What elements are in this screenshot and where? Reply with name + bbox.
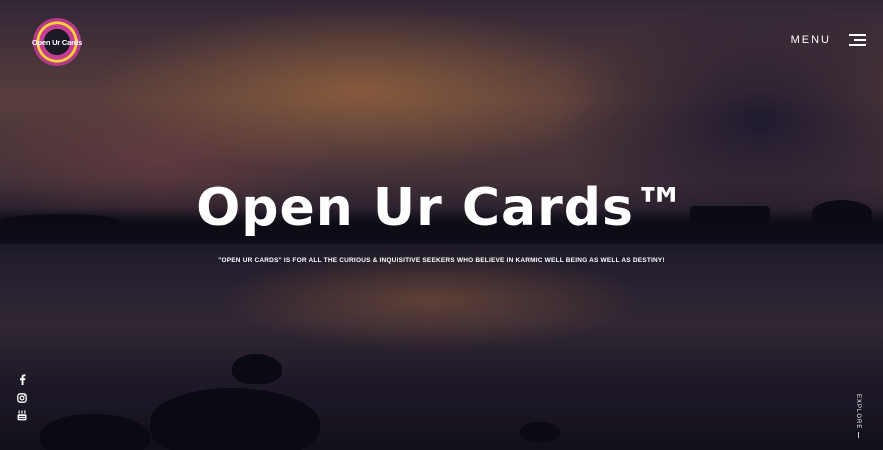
youtube-icon[interactable] [16, 410, 28, 421]
facebook-icon[interactable] [16, 374, 28, 385]
explore-label: EXPLORE [855, 394, 861, 430]
menu-label: MENU [790, 34, 831, 46]
logo[interactable]: Open Ur Cards [31, 18, 83, 66]
scroll-line [857, 432, 859, 438]
explore-scroll[interactable]: EXPLORE [853, 394, 863, 438]
menu-button[interactable]: MENU [791, 34, 866, 46]
hero-tagline: "OPEN UR CARDS" IS FOR ALL THE CURIOUS &… [218, 257, 665, 264]
social-links [16, 374, 28, 421]
hamburger-icon [849, 34, 866, 46]
instagram-icon[interactable] [16, 392, 28, 403]
hero-section: Open Ur Cards MENU Open Ur Cards™ "OPEN … [0, 0, 883, 450]
logo-text: Open Ur Cards [31, 37, 83, 47]
hero-title: Open Ur Cards™ [196, 178, 687, 238]
